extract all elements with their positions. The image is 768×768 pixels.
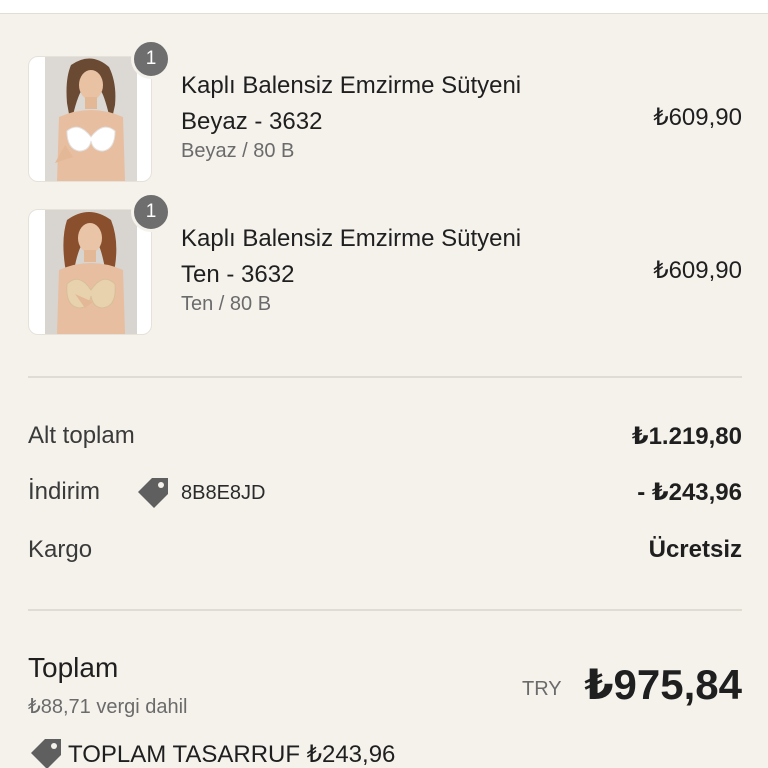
total-savings: TOPLAM TASARRUF ₺243,96 — [28, 738, 395, 768]
shipping-value: Ücretsiz — [648, 536, 742, 563]
discount-tag-icon — [28, 736, 64, 768]
item-title-line1: Kaplı Balensiz Emzirme Sütyeni — [181, 225, 522, 252]
divider — [28, 376, 742, 378]
tax-note: ₺88,71 vergi dahil — [28, 696, 188, 718]
item-title: Kaplı Balensiz Emzirme Sütyeni Ten - 363… — [181, 221, 601, 293]
item-variant: Beyaz / 80 B — [181, 140, 295, 162]
subtotal-label: Alt toplam — [28, 422, 135, 449]
cart-item: 1 Kaplı Balensiz Emzirme Sütyeni Ten - 3… — [28, 192, 742, 337]
item-price: ₺609,90 — [653, 257, 742, 284]
divider — [28, 609, 742, 611]
item-title: Kaplı Balensiz Emzirme Sütyeni Beyaz - 3… — [181, 68, 601, 140]
product-image-white-bra — [45, 57, 137, 181]
subtotal-value: ₺1.219,80 — [631, 423, 742, 450]
savings-text: TOPLAM TASARRUF ₺243,96 — [68, 740, 396, 768]
discount-value: - ₺243,96 — [637, 479, 742, 506]
item-price: ₺609,90 — [653, 104, 742, 131]
item-title-line2: Beyaz - 3632 — [181, 108, 323, 135]
product-thumbnail: 1 — [28, 192, 171, 335]
product-thumbnail: 1 — [28, 39, 171, 182]
item-title-line1: Kaplı Balensiz Emzirme Sütyeni — [181, 72, 522, 99]
product-image-nude-bra — [45, 210, 137, 334]
discount-code: 8B8E8JD — [181, 482, 266, 504]
quantity-badge: 1 — [131, 192, 171, 232]
item-title-line2: Ten - 3632 — [181, 261, 295, 288]
total-label: Toplam — [28, 652, 119, 683]
top-bar — [0, 0, 768, 14]
discount-label: İndirim — [28, 478, 101, 505]
total-value: ₺975,84 — [584, 661, 742, 708]
item-variant: Ten / 80 B — [181, 293, 272, 315]
shipping-label: Kargo — [28, 536, 93, 563]
cart-item: 1 Kaplı Balensiz Emzirme Sütyeni Beyaz -… — [28, 39, 742, 184]
discount-tag-icon — [135, 475, 171, 511]
quantity-badge: 1 — [131, 39, 171, 79]
currency-code: TRY — [522, 678, 562, 700]
